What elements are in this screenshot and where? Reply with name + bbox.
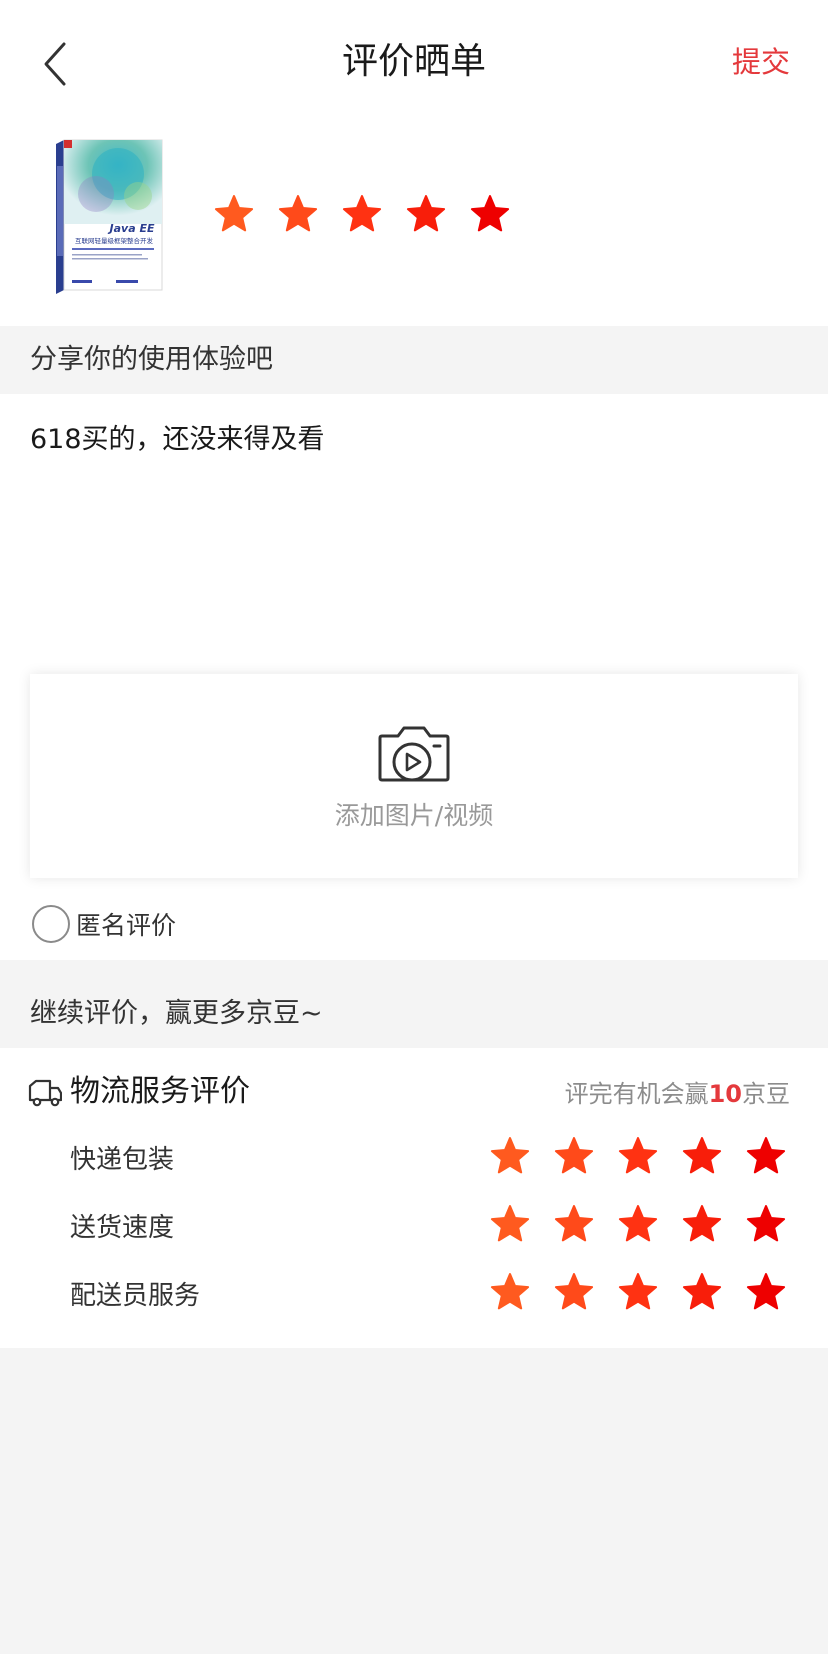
add-media-button[interactable]: 添加图片/视频 xyxy=(30,674,798,878)
star-5-icon[interactable] xyxy=(746,1204,786,1244)
rating-row-label: 快递包装 xyxy=(70,1145,175,1175)
star-3-icon[interactable] xyxy=(618,1272,658,1312)
back-button[interactable] xyxy=(38,38,78,90)
star-4-icon[interactable] xyxy=(682,1204,722,1244)
star-2-icon[interactable] xyxy=(554,1272,594,1312)
star-4-icon[interactable] xyxy=(406,194,446,234)
add-media-label: 添加图片/视频 xyxy=(334,801,494,830)
star-2-icon[interactable] xyxy=(554,1204,594,1244)
bonus-prefix: 评完有机会赢 xyxy=(564,1080,709,1108)
rating-row-speed: 送货速度 xyxy=(0,1204,828,1254)
star-1-icon[interactable] xyxy=(490,1136,530,1176)
comment-section-header: 分享你的使用体验吧 xyxy=(0,326,828,394)
logistics-section: 物流服务评价 评完有机会赢10京豆 快递包装 送货速度 配送员服务 xyxy=(0,1048,828,1348)
comment-section-title: 分享你的使用体验吧 xyxy=(30,344,273,375)
star-1-icon[interactable] xyxy=(490,1204,530,1244)
comment-input[interactable]: 618买的，还没来得及看 xyxy=(30,420,798,650)
star-2-icon[interactable] xyxy=(554,1136,594,1176)
courier-star-rating xyxy=(490,1272,786,1312)
star-3-icon[interactable] xyxy=(342,194,382,234)
star-5-icon[interactable] xyxy=(470,194,510,234)
star-5-icon[interactable] xyxy=(746,1136,786,1176)
more-reviews-title: 继续评价，赢更多京豆~ xyxy=(30,998,323,1029)
rating-row-packaging: 快递包装 xyxy=(0,1136,828,1186)
star-1-icon[interactable] xyxy=(490,1272,530,1312)
rating-row-label: 配送员服务 xyxy=(70,1281,201,1311)
star-3-icon[interactable] xyxy=(618,1204,658,1244)
submit-button[interactable]: 提交 xyxy=(732,38,790,86)
bonus-amount: 10 xyxy=(708,1080,742,1108)
logistics-title: 物流服务评价 xyxy=(70,1074,250,1109)
speed-star-rating xyxy=(490,1204,786,1244)
review-page: 评价晒单 提交 Java EE 互联网轻量级框架整合开发 分享你的使用体验吧 6… xyxy=(0,0,828,1654)
star-4-icon[interactable] xyxy=(682,1272,722,1312)
product-rating-section: Java EE 互联网轻量级框架整合开发 xyxy=(0,126,828,326)
star-5-icon[interactable] xyxy=(746,1272,786,1312)
anonymous-radio[interactable] xyxy=(32,905,70,943)
star-1-icon[interactable] xyxy=(214,194,254,234)
product-image: Java EE 互联网轻量级框架整合开发 xyxy=(56,139,163,294)
book-cover-title: Java EE xyxy=(108,222,155,235)
bonus-hint: 评完有机会赢10京豆 xyxy=(565,1076,790,1112)
anonymous-label: 匿名评价 xyxy=(76,911,177,940)
top-bar: 评价晒单 提交 xyxy=(0,0,828,126)
more-reviews-header: 继续评价，赢更多京豆~ xyxy=(0,980,828,1048)
page-title: 评价晒单 xyxy=(341,41,486,82)
truck-icon xyxy=(28,1079,62,1107)
product-star-rating xyxy=(214,194,510,234)
bonus-suffix: 京豆 xyxy=(742,1080,790,1108)
book-cover-subtitle: 互联网轻量级框架整合开发 xyxy=(75,236,154,245)
camera-video-icon xyxy=(378,726,450,782)
chevron-left-icon xyxy=(44,42,66,86)
star-3-icon[interactable] xyxy=(618,1136,658,1176)
rating-row-courier: 配送员服务 xyxy=(0,1272,828,1322)
rating-row-label: 送货速度 xyxy=(70,1213,175,1243)
star-2-icon[interactable] xyxy=(278,194,318,234)
anonymous-toggle[interactable]: 匿名评价 xyxy=(32,904,176,944)
comment-area: 618买的，还没来得及看 添加图片/视频 匿名评价 xyxy=(0,394,828,960)
packaging-star-rating xyxy=(490,1136,786,1176)
star-4-icon[interactable] xyxy=(682,1136,722,1176)
